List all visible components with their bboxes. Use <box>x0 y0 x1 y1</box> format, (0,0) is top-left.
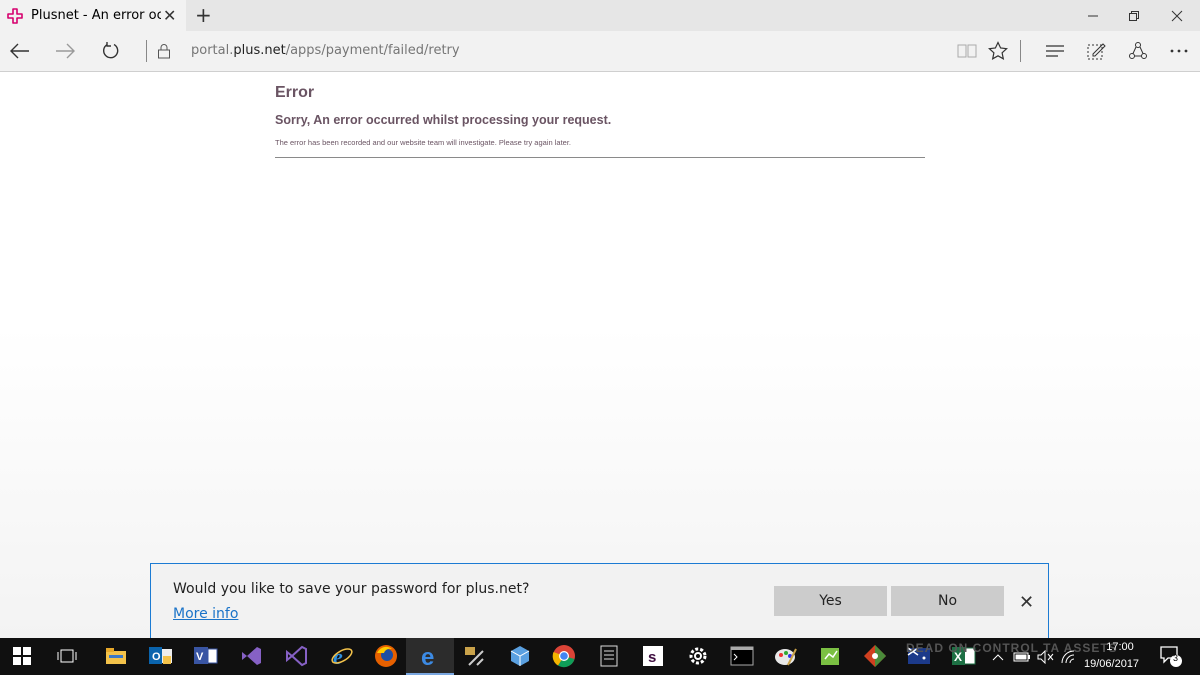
tab-title: Plusnet - An error occurred <box>31 8 161 23</box>
notes-app-icon[interactable] <box>596 643 622 669</box>
firefox-icon[interactable] <box>373 643 399 669</box>
separator <box>1020 40 1021 62</box>
tools-app-icon[interactable] <box>462 643 488 669</box>
command-prompt-icon[interactable] <box>729 643 755 669</box>
refresh-icon <box>103 42 119 59</box>
restore-icon <box>1129 10 1139 21</box>
taskbar: O V e e s X DEAD ON CONTROL TA ASSETS 17… <box>0 638 1200 675</box>
close-window-button[interactable] <box>1154 0 1200 31</box>
slack-icon[interactable]: s <box>640 643 666 669</box>
task-view-icon <box>57 649 77 663</box>
file-explorer-icon[interactable] <box>103 643 129 669</box>
task-view-button[interactable] <box>54 643 80 669</box>
battery-icon[interactable] <box>1012 644 1032 670</box>
reading-view-button[interactable] <box>955 39 979 63</box>
error-message: The error has been recorded and our webs… <box>275 138 571 147</box>
more-icon <box>1170 49 1188 53</box>
settings-gear-icon[interactable] <box>685 643 711 669</box>
star-icon <box>988 41 1008 60</box>
svg-text:e: e <box>421 644 434 668</box>
address-bar[interactable]: portal.plus.net/apps/payment/failed/retr… <box>191 43 460 58</box>
no-button[interactable]: No <box>891 586 1004 616</box>
page-title: Error <box>275 84 315 101</box>
start-button[interactable] <box>9 643 35 669</box>
virtualbox-icon[interactable] <box>507 643 533 669</box>
wifi-icon[interactable] <box>1060 644 1080 670</box>
lock-icon[interactable] <box>152 39 176 63</box>
show-hidden-icons-chevron-up-icon[interactable] <box>988 644 1008 670</box>
separator <box>146 40 147 62</box>
refresh-button[interactable] <box>99 39 123 63</box>
forward-button[interactable] <box>53 39 77 63</box>
svg-text:s: s <box>648 649 656 666</box>
visual-studio-icon[interactable] <box>238 643 264 669</box>
back-arrow-icon <box>10 43 29 59</box>
minimize-button[interactable] <box>1070 0 1116 31</box>
edge-icon[interactable]: e <box>417 643 443 669</box>
close-icon <box>1171 10 1183 21</box>
yes-button[interactable]: Yes <box>774 586 887 616</box>
svg-text:V: V <box>196 651 204 663</box>
share-icon <box>1129 42 1147 59</box>
plusnet-logo-icon <box>7 7 23 24</box>
tab-close-icon[interactable]: ✕ <box>163 6 176 25</box>
windows-logo-icon <box>13 647 31 665</box>
clock-time[interactable]: 17:00 <box>1095 641 1145 653</box>
git-app-icon[interactable] <box>862 643 888 669</box>
url-path: /apps/payment/failed/retry <box>285 43 460 58</box>
hub-icon <box>1046 45 1064 57</box>
browser-tab[interactable]: Plusnet - An error occurred ✕ <box>0 0 186 31</box>
url-host: plus.net <box>233 43 286 58</box>
web-note-icon <box>1087 43 1106 60</box>
more-info-link[interactable]: More info <box>173 606 238 622</box>
web-note-button[interactable] <box>1084 39 1108 63</box>
new-tab-icon[interactable]: + <box>195 3 212 27</box>
url-prefix: portal. <box>191 43 234 58</box>
divider <box>275 157 925 158</box>
svg-text:O: O <box>152 651 161 663</box>
notification-count: 3 <box>1173 653 1179 663</box>
chrome-icon[interactable] <box>551 643 577 669</box>
action-center-icon[interactable]: 3 <box>1158 643 1184 669</box>
share-button[interactable] <box>1126 39 1150 63</box>
internet-explorer-icon[interactable]: e <box>329 643 355 669</box>
page-content: Error Sorry, An error occurred whilst pr… <box>0 72 1200 638</box>
clock-date[interactable]: 19/06/2017 <box>1084 658 1139 670</box>
more-button[interactable] <box>1167 39 1191 63</box>
minimize-icon <box>1088 15 1098 16</box>
volume-muted-icon[interactable] <box>1036 644 1056 670</box>
error-subheading: Sorry, An error occurred whilst processi… <box>275 113 612 127</box>
forward-arrow-icon <box>56 43 75 59</box>
save-password-prompt: Would you like to save your password for… <box>150 563 1049 643</box>
favorite-button[interactable] <box>986 39 1010 63</box>
project-app-icon[interactable] <box>818 643 844 669</box>
hub-button[interactable] <box>1043 39 1067 63</box>
visual-studio-code-icon[interactable] <box>283 643 309 669</box>
restore-button[interactable] <box>1111 0 1157 31</box>
title-bar: Plusnet - An error occurred ✕ + <box>0 0 1200 31</box>
save-password-question: Would you like to save your password for… <box>173 581 530 597</box>
reading-view-icon <box>957 44 977 58</box>
paint-icon[interactable] <box>773 643 799 669</box>
visio-icon[interactable]: V <box>193 643 219 669</box>
dismiss-prompt-icon[interactable]: ✕ <box>1019 592 1034 613</box>
back-button[interactable] <box>8 39 32 63</box>
outlook-icon[interactable]: O <box>148 643 174 669</box>
navigation-bar: portal.plus.net/apps/payment/failed/retr… <box>0 31 1200 72</box>
